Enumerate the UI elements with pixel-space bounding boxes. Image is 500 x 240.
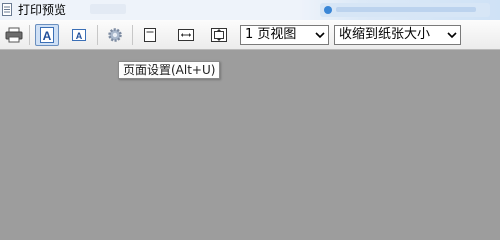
page-a-small-icon: A [72,29,86,41]
fit-full-icon [211,28,227,42]
zoom-select[interactable]: 收缩到纸张大小 [334,25,461,45]
view-select[interactable]: 1 页视图 [240,25,329,45]
title-bar: 打印预览 [0,0,500,20]
blurred-background [90,4,126,14]
printer-icon [5,27,23,43]
one-page-button[interactable]: A [35,24,59,46]
blurred-background [300,0,500,20]
chevron-down-icon [315,32,325,39]
page-setup-button[interactable] [103,24,127,46]
page-frame-icon [144,28,156,42]
tooltip: 页面设置(Alt+U) [118,61,221,79]
svg-text:A: A [76,31,83,41]
view-select-value: 1 页视图 [245,27,297,42]
print-button[interactable] [2,24,26,46]
page-a-large-icon: A [40,27,54,43]
fit-width-icon [178,29,194,41]
chevron-down-icon [447,32,457,39]
two-page-button[interactable]: A [67,24,91,46]
document-icon [2,3,12,16]
svg-text:A: A [43,29,52,43]
separator [97,25,98,45]
separator [29,25,30,45]
fit-page-button[interactable] [138,24,162,46]
gear-icon [108,28,122,42]
separator [132,25,133,45]
fit-full-button[interactable] [207,24,231,46]
zoom-select-value: 收缩到纸张大小 [339,27,431,42]
preview-area[interactable] [0,51,500,224]
window-title: 打印预览 [18,3,67,17]
fit-width-button[interactable] [174,24,198,46]
